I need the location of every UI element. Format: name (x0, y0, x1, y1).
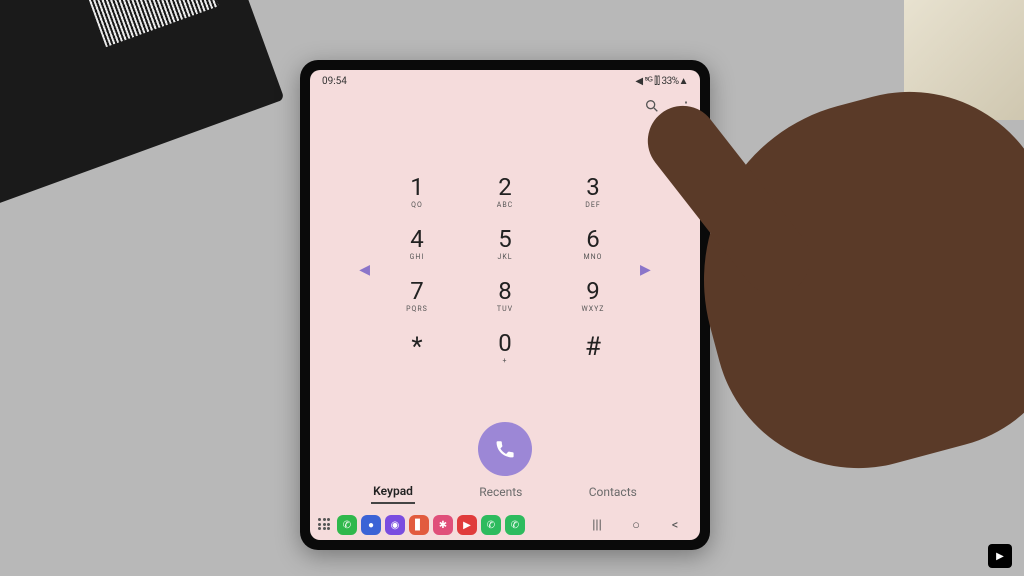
dock-whatsapp-icon[interactable]: ✆ (481, 515, 501, 535)
taskbar: ✆●◉▋✱▶✆✆ ||| ○ < (310, 510, 700, 540)
dock-youtube-icon[interactable]: ▶ (457, 515, 477, 535)
keypad-arrow-right[interactable]: ▶ (628, 262, 663, 278)
key-hash[interactable]: # (558, 322, 628, 374)
keypad-grid: 1 QO 2 ABC 3 DEF 4 GHI 5 JKL (382, 166, 628, 374)
hand (664, 60, 1024, 501)
status-time: 09:54 (322, 76, 347, 87)
status-bar: 09:54 ◀ ⁵ᴳ ⫿⫿ 33%▲ (310, 70, 700, 92)
tab-keypad[interactable]: Keypad (371, 480, 415, 504)
key-6[interactable]: 6 MNO (558, 218, 628, 270)
key-star[interactable]: * (382, 322, 452, 374)
key-9[interactable]: 9 WXYZ (558, 270, 628, 322)
key-0[interactable]: 0 + (470, 322, 540, 374)
call-button[interactable] (478, 422, 532, 476)
dock-viber-icon[interactable]: ◉ (385, 515, 405, 535)
key-7[interactable]: 7 PQRS (382, 270, 452, 322)
phone-screen: 09:54 ◀ ⁵ᴳ ⫿⫿ 33%▲ ⋮ ◀ 1 QO 2 ABC (310, 70, 700, 540)
dial-area: ◀ 1 QO 2 ABC 3 DEF 4 GHI (310, 124, 700, 416)
key-2[interactable]: 2 ABC (470, 166, 540, 218)
app-top-bar: ⋮ (310, 92, 700, 124)
key-5[interactable]: 5 JKL (470, 218, 540, 270)
apps-drawer-icon[interactable] (318, 518, 332, 532)
phone-icon (494, 438, 516, 460)
dock-flipboard-icon[interactable]: ▋ (409, 515, 429, 535)
tab-recents[interactable]: Recents (477, 481, 524, 503)
dock-messages-icon[interactable]: ● (361, 515, 381, 535)
dock-whatsapp2-icon[interactable]: ✆ (505, 515, 525, 535)
key-4[interactable]: 4 GHI (382, 218, 452, 270)
key-1[interactable]: 1 QO (382, 166, 452, 218)
nav-recents-icon[interactable]: ||| (580, 518, 614, 533)
tab-contacts[interactable]: Contacts (587, 481, 639, 503)
key-8[interactable]: 8 TUV (470, 270, 540, 322)
barcode (85, 0, 218, 47)
watermark-icon: ▶ (988, 544, 1012, 568)
product-box: Galaxy Z Fold6 (0, 0, 285, 209)
nav-home-icon[interactable]: ○ (619, 517, 653, 533)
key-3[interactable]: 3 DEF (558, 166, 628, 218)
dock-phone-icon[interactable]: ✆ (337, 515, 357, 535)
dock-icons: ✆●◉▋✱▶✆✆ (337, 515, 525, 535)
dock-settings-icon[interactable]: ✱ (433, 515, 453, 535)
nav-back-icon[interactable]: < (658, 518, 692, 533)
bottom-tabs: Keypad Recents Contacts (310, 476, 700, 510)
keypad-arrow-left[interactable]: ◀ (347, 262, 382, 278)
status-indicators: ◀ ⁵ᴳ ⫿⫿ 33%▲ (635, 76, 688, 87)
